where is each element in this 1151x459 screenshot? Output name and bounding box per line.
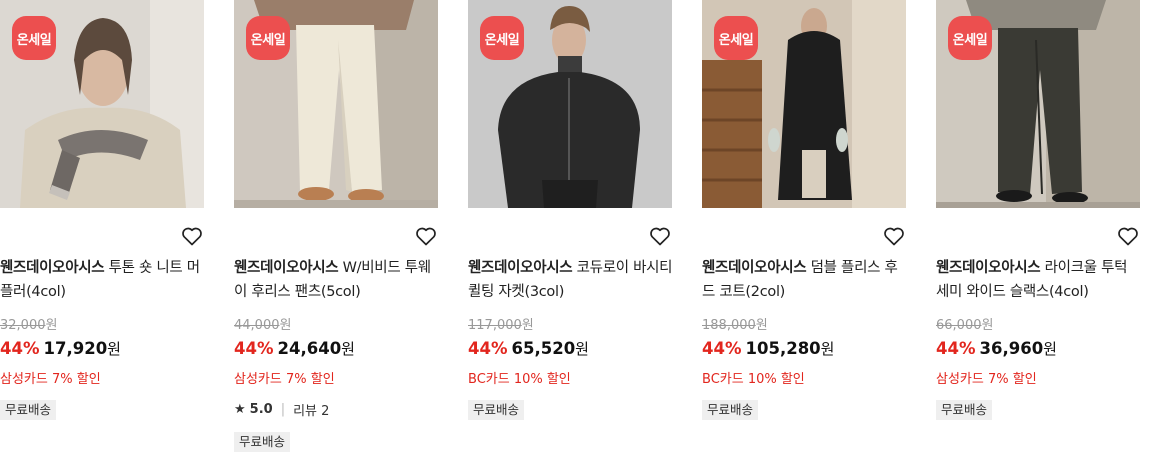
product-title[interactable]: 웬즈데이오아시스 투톤 숏 니트 머플러(4col) <box>0 256 208 304</box>
original-price: 66,000원 <box>936 318 994 333</box>
product-card[interactable]: 온세일 웬즈데이오아시스 W/비비드 투웨이 후리스 팬츠(5col) 44,0… <box>234 0 438 452</box>
review-count[interactable]: 리뷰 2 <box>293 400 329 419</box>
discount-rate: 44% <box>234 339 274 358</box>
sale-price: 44% 105,280원 <box>702 339 835 358</box>
sale-price: 44% 17,920원 <box>0 339 121 358</box>
sale-price: 44% 65,520원 <box>468 339 589 358</box>
discount-rate: 44% <box>936 339 976 358</box>
brand-name: 웬즈데이오아시스 <box>0 260 105 276</box>
product-image[interactable]: 온세일 <box>0 0 204 208</box>
product-title[interactable]: 웬즈데이오아시스 라이크울 투턱 세미 와이드 슬랙스(4col) <box>936 256 1144 304</box>
shipping-badge: 무료배송 <box>468 400 525 420</box>
heart-icon[interactable] <box>414 224 438 248</box>
discount-rate: 44% <box>0 339 40 358</box>
sale-badge: 온세일 <box>480 16 524 60</box>
divider: | <box>280 402 286 417</box>
heart-icon[interactable] <box>180 224 204 248</box>
price-value: 105,280 <box>745 339 821 358</box>
product-card[interactable]: 온세일 웬즈데이오아시스 투톤 숏 니트 머플러(4col) 32,000원 4… <box>0 0 204 420</box>
heart-icon[interactable] <box>648 224 672 248</box>
original-price: 188,000원 <box>702 318 768 333</box>
original-price: 44,000원 <box>234 318 292 333</box>
price-value: 36,960 <box>979 339 1044 358</box>
product-title[interactable]: 웬즈데이오아시스 덤블 플리스 후드 코트(2col) <box>702 256 910 304</box>
heart-icon[interactable] <box>882 224 906 248</box>
card-promo: 삼성카드 7% 할인 <box>936 372 1037 387</box>
brand-name: 웬즈데이오아시스 <box>936 260 1041 276</box>
price-value: 65,520 <box>511 339 576 358</box>
product-card[interactable]: 온세일 웬즈데이오아시스 덤블 플리스 후드 코트(2col) 188,000원… <box>702 0 906 420</box>
card-promo: BC카드 10% 할인 <box>468 372 571 387</box>
shipping-badge: 무료배송 <box>702 400 759 420</box>
heart-icon[interactable] <box>1116 224 1140 248</box>
price-value: 24,640 <box>277 339 342 358</box>
sale-badge: 온세일 <box>714 16 758 60</box>
product-image[interactable]: 온세일 <box>702 0 906 208</box>
shipping-badge: 무료배송 <box>936 400 993 420</box>
original-price: 117,000원 <box>468 318 534 333</box>
product-image[interactable]: 온세일 <box>234 0 438 208</box>
sale-badge: 온세일 <box>948 16 992 60</box>
brand-name: 웬즈데이오아시스 <box>468 260 573 276</box>
sale-price: 44% 36,960원 <box>936 339 1057 358</box>
product-title[interactable]: 웬즈데이오아시스 코듀로이 바시티 퀼팅 자켓(3col) <box>468 256 676 304</box>
discount-rate: 44% <box>702 339 742 358</box>
rating: ★ 5.0 | 리뷰 2 <box>234 400 329 419</box>
sale-badge: 온세일 <box>12 16 56 60</box>
product-image[interactable]: 온세일 <box>936 0 1140 208</box>
price-value: 17,920 <box>43 339 108 358</box>
product-title[interactable]: 웬즈데이오아시스 W/비비드 투웨이 후리스 팬츠(5col) <box>234 256 442 304</box>
sale-badge: 온세일 <box>246 16 290 60</box>
card-promo: BC카드 10% 할인 <box>702 372 805 387</box>
original-price: 32,000원 <box>0 318 58 333</box>
product-image[interactable]: 온세일 <box>468 0 672 208</box>
shipping-badge: 무료배송 <box>234 432 291 452</box>
star-icon: ★ <box>234 402 246 417</box>
product-card[interactable]: 온세일 웬즈데이오아시스 코듀로이 바시티 퀼팅 자켓(3col) 117,00… <box>468 0 673 420</box>
card-promo: 삼성카드 7% 할인 <box>0 372 101 387</box>
brand-name: 웬즈데이오아시스 <box>702 260 807 276</box>
product-card[interactable]: 온세일 웬즈데이오아시스 라이크울 투턱 세미 와이드 슬랙스(4col) 66… <box>936 0 1140 420</box>
brand-name: 웬즈데이오아시스 <box>234 260 339 276</box>
discount-rate: 44% <box>468 339 508 358</box>
shipping-badge: 무료배송 <box>0 400 57 420</box>
card-promo: 삼성카드 7% 할인 <box>234 372 335 387</box>
rating-score: 5.0 <box>249 402 273 417</box>
sale-price: 44% 24,640원 <box>234 339 355 358</box>
